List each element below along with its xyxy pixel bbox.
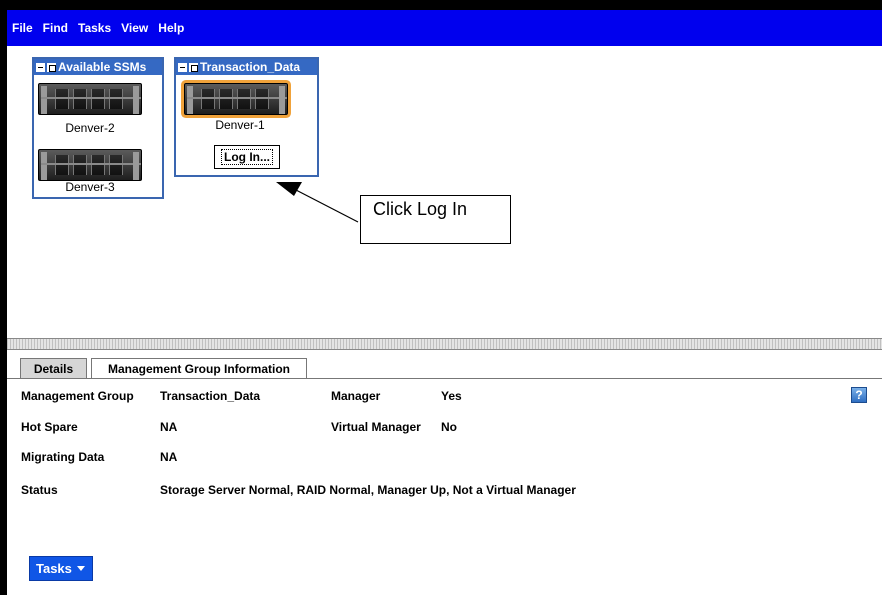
migrating-data-value: NA — [160, 450, 178, 464]
migrating-data-label: Migrating Data — [21, 450, 105, 464]
collapse-icon[interactable] — [178, 62, 187, 72]
manager-value: Yes — [441, 389, 462, 403]
management-group-label: Management Group — [21, 389, 134, 403]
available-ssms-header[interactable]: Available SSMs — [34, 59, 162, 75]
instruction-callout: Click Log In — [360, 195, 511, 244]
server-denver-2[interactable] — [38, 83, 142, 119]
tab-details-label: Details — [33, 361, 74, 376]
menu-help[interactable]: Help — [158, 21, 184, 35]
menu-file[interactable]: File — [12, 21, 33, 35]
pane-splitter[interactable] — [7, 338, 882, 350]
virtual-manager-value: No — [441, 420, 457, 434]
help-icon[interactable]: ? — [851, 387, 867, 403]
server-label: Denver-3 — [65, 180, 115, 194]
tab-details[interactable]: Details — [20, 358, 87, 378]
virtual-manager-label: Virtual Manager — [331, 420, 421, 434]
server-icon — [38, 149, 142, 181]
hot-spare-value: NA — [160, 420, 178, 434]
server-icon — [184, 83, 288, 115]
available-ssms-title: Available SSMs — [58, 60, 147, 74]
menu-bar: File Find Tasks View Help — [7, 10, 882, 46]
help-glyph: ? — [855, 388, 863, 402]
tab-management-label: Management Group Information — [107, 362, 290, 376]
group-checkbox-icon[interactable] — [47, 62, 56, 72]
collapse-icon[interactable] — [36, 62, 45, 72]
tab-management-group-information[interactable]: Management Group Information — [91, 358, 307, 379]
status-value: Storage Server Normal, RAID Normal, Mana… — [160, 483, 576, 497]
server-icon — [38, 83, 142, 115]
tab-divider — [7, 378, 882, 379]
tasks-button-label: Tasks — [36, 561, 72, 576]
transaction-data-title: Transaction_Data — [200, 60, 301, 74]
callout-text: Click Log In — [373, 199, 468, 219]
available-ssms-group[interactable]: Available SSMs Denver-2 Denver-3 — [32, 57, 164, 199]
menu-find[interactable]: Find — [43, 21, 68, 35]
status-label: Status — [21, 483, 58, 497]
management-group-value: Transaction_Data — [160, 389, 261, 403]
server-denver-1[interactable] — [184, 83, 288, 119]
hot-spare-label: Hot Spare — [21, 420, 78, 434]
server-label: Denver-1 — [215, 118, 265, 132]
dropdown-caret-icon — [76, 566, 85, 571]
manager-label: Manager — [331, 389, 381, 403]
group-checkbox-icon[interactable] — [189, 62, 198, 72]
login-button-label: Log In... — [221, 149, 273, 165]
transaction-data-group[interactable]: Transaction_Data Denver-1 Log In... — [174, 57, 319, 177]
server-label: Denver-2 — [65, 121, 115, 135]
menu-tasks[interactable]: Tasks — [78, 21, 111, 35]
login-button[interactable]: Log In... — [214, 145, 280, 169]
tasks-dropdown-button[interactable]: Tasks — [29, 556, 93, 581]
transaction-data-header[interactable]: Transaction_Data — [176, 59, 317, 75]
details-pane: Details Management Group Information Man… — [7, 350, 882, 595]
menu-view[interactable]: View — [121, 21, 148, 35]
